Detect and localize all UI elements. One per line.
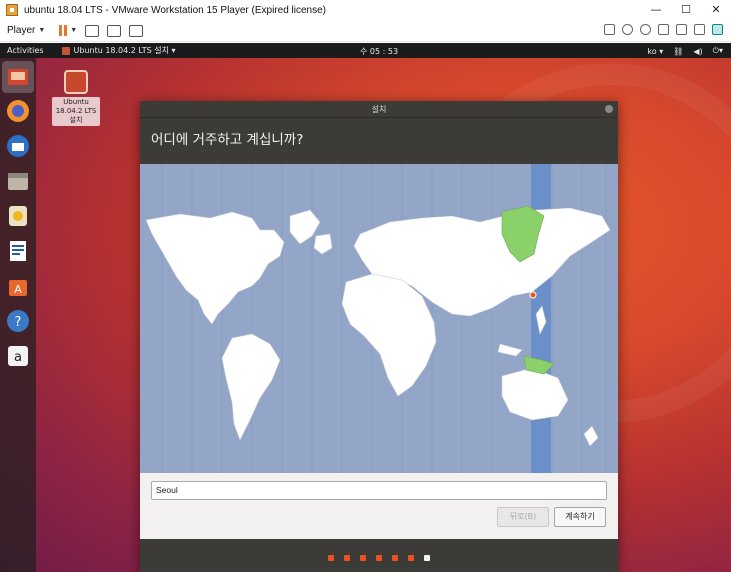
thunderbird-icon[interactable] xyxy=(5,133,31,159)
app-menu-label: Ubuntu 18.04.2 LTS 설치 ▾ xyxy=(73,46,176,55)
page-title: 어디에 거주하고 계십니까? xyxy=(140,118,618,163)
installer-titlebar: 설치 xyxy=(140,101,618,118)
top-panel: Activities Ubuntu 18.04.2 LTS 설치 ▾ 수 05 … xyxy=(0,43,731,58)
files-icon[interactable] xyxy=(5,168,31,194)
timezone-input[interactable]: Seoul xyxy=(151,481,607,500)
writer-icon[interactable] xyxy=(5,238,31,264)
close-icon[interactable] xyxy=(605,105,613,113)
back-button[interactable]: 뒤로(B) xyxy=(497,507,549,527)
svg-text:a: a xyxy=(14,350,22,365)
location-pin-icon xyxy=(529,291,537,299)
notes-icon[interactable] xyxy=(712,24,723,35)
desktop-icon-label: Ubuntu 18.04.2 LTS 설치 xyxy=(52,97,100,126)
volume-icon[interactable]: ◀) xyxy=(693,47,702,56)
app-menu[interactable]: Ubuntu 18.04.2 LTS 설치 ▾ xyxy=(61,45,176,56)
network-icon[interactable]: ⛓ xyxy=(673,47,683,56)
unity-icon[interactable] xyxy=(129,24,144,37)
desktop-installer-shortcut[interactable]: Ubuntu 18.04.2 LTS 설치 xyxy=(52,70,100,126)
input-method-indicator[interactable]: ko ▾ xyxy=(647,47,663,56)
player-menu[interactable]: Player ▼ xyxy=(7,25,45,36)
svg-text:?: ? xyxy=(15,315,22,330)
host-titlebar: ubuntu 18.04 LTS - VMware Workstation 15… xyxy=(0,0,731,20)
fullscreen-icon[interactable] xyxy=(107,24,122,37)
clock[interactable]: 수 05 : 53 xyxy=(360,46,398,57)
display-icon[interactable] xyxy=(694,24,705,35)
hard-disk-icon[interactable] xyxy=(604,24,615,35)
progress-dots xyxy=(140,555,618,561)
vmware-app-icon xyxy=(6,4,18,16)
rhythmbox-icon[interactable] xyxy=(5,203,31,229)
continue-button[interactable]: 계속하기 xyxy=(554,507,606,527)
svg-text:A: A xyxy=(14,283,22,296)
software-icon[interactable]: A xyxy=(5,273,31,299)
maximize-button[interactable]: ☐ xyxy=(671,0,701,20)
progress-dot xyxy=(344,555,350,561)
send-ctrl-alt-del-icon[interactable] xyxy=(85,24,100,37)
cd-drive-icon[interactable] xyxy=(622,24,633,35)
world-map[interactable] xyxy=(140,164,618,473)
amazon-icon[interactable]: a xyxy=(5,343,31,369)
host-window-title: ubuntu 18.04 LTS - VMware Workstation 15… xyxy=(24,4,326,16)
installer-window: 설치 어디에 거주하고 계십니까? Seoul 뒤로(B) 계속하기 xyxy=(140,101,618,572)
installer-window-title: 설치 xyxy=(371,105,387,114)
installer-icon[interactable] xyxy=(2,61,34,93)
printer-icon[interactable] xyxy=(658,24,669,35)
minimize-button[interactable]: — xyxy=(641,0,671,20)
progress-dot xyxy=(328,555,334,561)
usb-icon[interactable] xyxy=(640,24,651,35)
dock: A ? a xyxy=(0,58,36,572)
activities-button[interactable]: Activities xyxy=(7,46,44,55)
guest-desktop[interactable]: Activities Ubuntu 18.04.2 LTS 설치 ▾ 수 05 … xyxy=(0,43,731,572)
chevron-down-icon[interactable]: ▼ xyxy=(70,27,77,34)
host-toolbar: Player ▼ ▼ xyxy=(0,20,731,42)
installer-icon xyxy=(61,46,70,55)
sound-icon[interactable] xyxy=(676,24,687,35)
progress-dot xyxy=(392,555,398,561)
timezone-form: Seoul 뒤로(B) 계속하기 xyxy=(140,473,618,539)
progress-dot xyxy=(376,555,382,561)
player-menu-label: Player xyxy=(7,25,36,36)
progress-dot xyxy=(408,555,414,561)
progress-dot xyxy=(360,555,366,561)
installer-icon xyxy=(64,70,88,94)
pause-icon[interactable] xyxy=(59,25,68,36)
help-icon[interactable]: ? xyxy=(5,308,31,334)
chevron-down-icon: ▼ xyxy=(38,27,46,34)
timezone-map[interactable] xyxy=(140,164,618,473)
firefox-icon[interactable] xyxy=(5,98,31,124)
progress-dot-current xyxy=(424,555,430,561)
close-button[interactable]: ✕ xyxy=(701,0,731,20)
power-icon[interactable]: ⏻▾ xyxy=(713,46,723,56)
